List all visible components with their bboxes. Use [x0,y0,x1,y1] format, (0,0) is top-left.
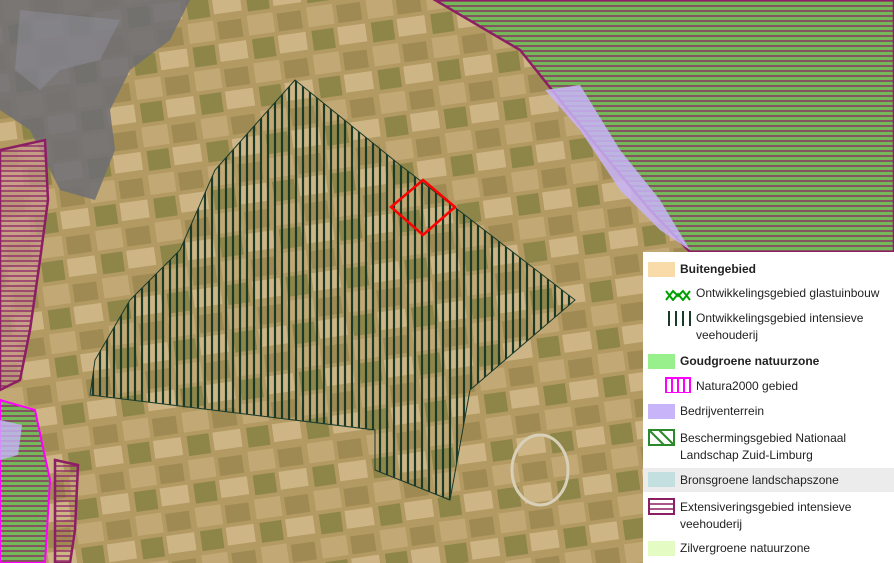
legend-label: Goudgroene natuurzone [680,354,820,368]
legend-label-line-2: Landschap Zuid-Limburg [680,448,813,462]
legend-label: Zilvergroene natuurzone [680,541,811,555]
legend-item-bronsgroene: Bronsgroene landschapszone [643,468,894,492]
zilvergroene-swatch [648,541,675,556]
legend-label: Bedrijventerrein [680,404,765,418]
legend-label: Natura2000 gebied [696,379,799,393]
legend-item-buitengebied: Buitengebied [643,260,894,278]
vertical-lines-icon [668,311,691,326]
legend-item-intensieve-veehouderij: Ontwikkelingsgebied intensieve veehouder… [643,308,894,344]
legend-label-line-1: Beschermingsgebied Nationaal [680,431,847,445]
legend-label-line-1: Extensiveringsgebied intensieve [680,500,852,514]
legend-item-beschermingsgebied: Beschermingsgebied Nationaal Landschap Z… [643,428,894,464]
bronsgroene-swatch [648,472,675,487]
buitengebied-swatch [648,262,675,277]
legend-label: Buitengebied [680,262,757,276]
goudgroene-swatch [648,354,675,369]
green-cross-hatch-icon [665,289,691,301]
legend-item-natura2000: Natura2000 gebied [643,377,894,395]
legend-label-line-2: veehouderij [680,517,743,531]
bedrijventerrein-swatch [648,404,675,419]
legend-label: Ontwikkelingsgebied glastuinbouw [696,286,880,300]
legend-label-line-2: veehouderij [696,328,759,342]
legend-item-extensiveringsgebied: Extensiveringsgebied intensieve veehoude… [643,497,894,533]
map-legend: Buitengebied Ontwikkelingsgebied glastui… [643,252,894,563]
legend-item-goudgroene: Goudgroene natuurzone [643,353,894,371]
legend-item-bedrijventerrein: Bedrijventerrein [643,403,894,421]
legend-label: Bronsgroene landschapszone [680,473,839,487]
legend-label-line-1: Ontwikkelingsgebied intensieve [696,311,864,325]
legend-item-glastuinbouw: Ontwikkelingsgebied glastuinbouw [643,284,894,302]
purple-horizontal-lines-icon [648,498,675,515]
legend-item-zilvergroene: Zilvergroene natuurzone [643,540,894,558]
green-diagonal-lines-icon [648,429,675,446]
magenta-vertical-lines-icon [665,377,691,393]
